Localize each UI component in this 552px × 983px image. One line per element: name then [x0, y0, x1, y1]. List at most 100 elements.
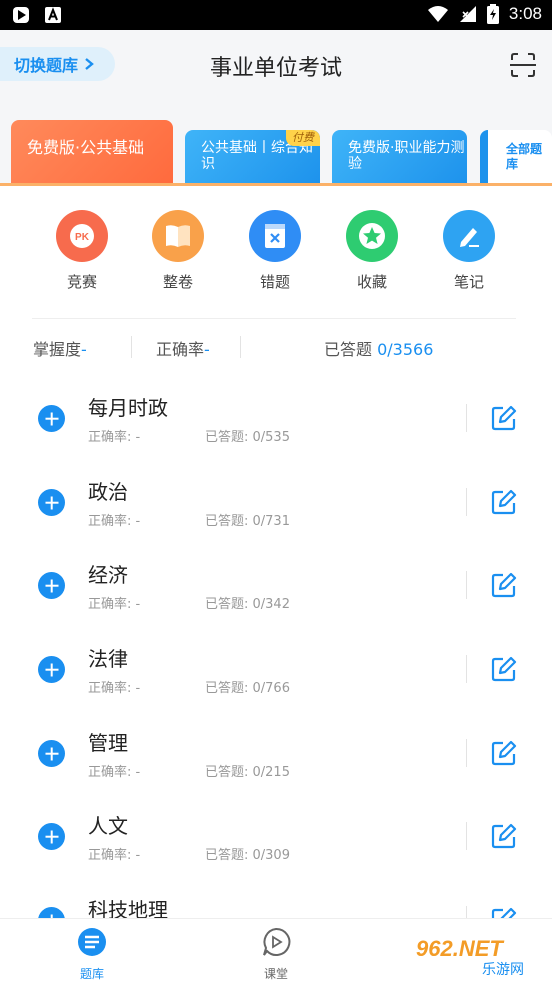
accuracy-label: 正确率	[156, 340, 205, 359]
accuracy-value: -	[204, 340, 210, 359]
watermark-logo: 962.NET 乐游网	[416, 936, 524, 977]
edit-icon[interactable]	[490, 655, 518, 683]
star-icon	[346, 210, 398, 262]
signal-icon	[459, 6, 476, 22]
expand-plus-icon[interactable]	[38, 405, 65, 432]
category-accuracy: 正确率: -	[88, 430, 141, 445]
list-item[interactable]: 法律 正确率: - 已答题: 0/766	[0, 631, 552, 715]
category-name: 法律	[88, 647, 128, 671]
full-paper-button[interactable]: 整卷	[138, 210, 218, 292]
wifi-icon	[427, 6, 448, 22]
wrong-questions-button[interactable]: 错题	[235, 210, 315, 292]
answered-value: 0/3566	[377, 340, 434, 359]
favorites-button[interactable]: 收藏	[332, 210, 412, 292]
classroom-icon	[263, 927, 291, 956]
clock: 3:08	[508, 4, 542, 23]
nav-label: 题库	[79, 967, 104, 981]
status-bar: 3:08	[0, 0, 552, 30]
tab-label: 免费版·公共基础	[27, 138, 145, 157]
page-title: 事业单位考试	[209, 56, 342, 81]
list-item[interactable]: 管理 正确率: - 已答题: 0/215	[0, 715, 552, 799]
row-separator	[466, 488, 467, 516]
expand-plus-icon[interactable]	[38, 740, 65, 767]
row-separator	[466, 404, 467, 432]
row-separator	[466, 571, 467, 599]
divider	[32, 318, 516, 319]
category-accuracy: 正确率: -	[88, 514, 141, 529]
tab-all-banks[interactable]: 全部题库	[480, 130, 552, 186]
expand-plus-icon[interactable]	[38, 823, 65, 850]
edit-icon[interactable]	[490, 571, 518, 599]
nav-classroom[interactable]: 课堂	[236, 927, 316, 982]
list-item[interactable]: 经济 正确率: - 已答题: 0/342	[0, 547, 552, 631]
tab-label: 全部题库	[506, 142, 543, 171]
category-answered: 已答题: 0/309	[205, 848, 290, 863]
stats-separator	[240, 336, 241, 358]
edit-icon[interactable]	[490, 404, 518, 432]
quick-label: 整卷	[162, 273, 193, 291]
tab-free-aptitude-test[interactable]: 免费版·职业能力测验	[332, 130, 467, 186]
edit-icon[interactable]	[490, 488, 518, 516]
row-separator	[466, 655, 467, 683]
quick-label: 错题	[259, 273, 290, 291]
tab-label: 免费版·职业能力测验	[348, 140, 465, 172]
edit-icon[interactable]	[490, 822, 518, 850]
scan-icon[interactable]	[510, 52, 536, 78]
category-accuracy: 正确率: -	[88, 848, 141, 863]
answered-stat: 已答题 0/3566	[324, 336, 433, 360]
nav-label: 课堂	[263, 967, 288, 981]
svg-text:乐游网: 乐游网	[482, 961, 524, 977]
category-name: 经济	[88, 563, 128, 587]
list-item[interactable]: 每月时政 正确率: - 已答题: 0/535	[0, 380, 552, 464]
category-answered: 已答题: 0/215	[205, 765, 290, 780]
category-accuracy: 正确率: -	[88, 597, 141, 612]
mastery-label: 掌握度	[33, 340, 82, 359]
expand-plus-icon[interactable]	[38, 656, 65, 683]
nav-question-bank[interactable]: 题库	[52, 927, 132, 982]
accuracy-stat: 正确率-	[156, 336, 210, 360]
pen-icon	[443, 210, 495, 262]
edit-icon[interactable]	[490, 739, 518, 767]
quick-label: 竞赛	[66, 273, 97, 291]
quick-label: 笔记	[453, 273, 484, 291]
bank-tabs: 免费版·公共基础 公共基础丨综合知识 付费 免费版·职业能力测验 全部题库	[0, 120, 552, 186]
answered-label: 已答题	[324, 340, 373, 359]
svg-text:962.NET: 962.NET	[416, 936, 504, 961]
list-item[interactable]: 人文 正确率: - 已答题: 0/309	[0, 798, 552, 882]
question-bank-icon	[78, 928, 106, 956]
wrong-question-icon	[249, 210, 301, 262]
row-separator	[466, 739, 467, 767]
quick-label: 收藏	[356, 273, 387, 291]
tab-public-basics-general[interactable]: 公共基础丨综合知识 付费	[185, 130, 320, 186]
mastery-value: -	[81, 340, 87, 359]
stats-separator	[131, 336, 132, 358]
pk-glyph: PK	[75, 232, 90, 243]
expand-plus-icon[interactable]	[38, 572, 65, 599]
category-answered: 已答题: 0/731	[205, 514, 290, 529]
stats-bar: 掌握度- 正确率- 已答题 0/3566	[0, 336, 552, 362]
book-icon	[152, 210, 204, 262]
category-name: 政治	[88, 480, 128, 504]
play-store-icon	[13, 7, 29, 23]
tab-underline	[0, 183, 552, 186]
header: 切换题库 事业单位考试 免费版·公共基础 公共基础丨综合知识 付费 免费版·职业…	[0, 30, 552, 186]
mastery-stat: 掌握度-	[33, 336, 87, 360]
battery-icon	[486, 4, 499, 24]
quick-actions: PK 竞赛 整卷 错题 收藏 笔记	[0, 210, 552, 300]
category-answered: 已答题: 0/342	[205, 597, 290, 612]
list-item[interactable]: 政治 正确率: - 已答题: 0/731	[0, 464, 552, 548]
tab-free-public-basics[interactable]: 免费版·公共基础	[11, 120, 173, 186]
category-name: 管理	[88, 731, 128, 755]
font-icon	[45, 7, 61, 23]
category-name: 每月时政	[88, 396, 168, 420]
category-answered: 已答题: 0/535	[205, 430, 290, 445]
pk-icon: PK	[56, 210, 108, 262]
category-accuracy: 正确率: -	[88, 765, 141, 780]
contest-button[interactable]: PK 竞赛	[42, 210, 122, 292]
paid-badge: 付费	[286, 130, 320, 146]
row-separator	[466, 822, 467, 850]
category-accuracy: 正确率: -	[88, 681, 141, 696]
category-answered: 已答题: 0/766	[205, 681, 290, 696]
notes-button[interactable]: 笔记	[429, 210, 509, 292]
expand-plus-icon[interactable]	[38, 489, 65, 516]
